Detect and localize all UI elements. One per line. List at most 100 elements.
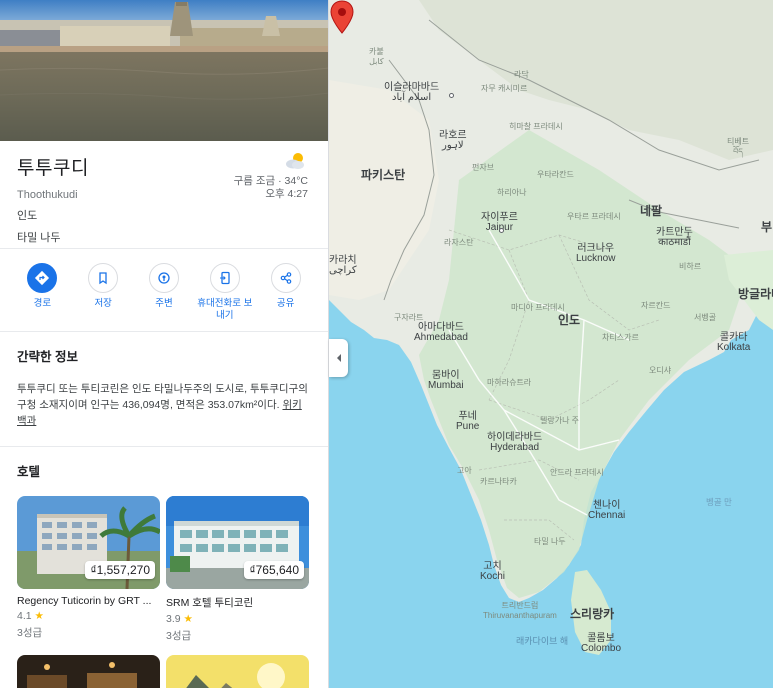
map-canvas[interactable]: 카불 کابل 이슬라마바드 اسلام آباد 자무 캐시미르 라닥 라호르 لا… — [329, 0, 773, 688]
map-label-maharashtra: 마하라슈트라 — [487, 378, 532, 387]
map-label-odisha: 오디샤 — [649, 366, 672, 375]
overview-text: 투투쿠디 또는 투티코린은 인도 타밀나두주의 도시로, 투투쿠디구의 구청 소… — [17, 381, 311, 429]
nearby-button[interactable]: 주변 — [135, 263, 193, 331]
map-label-pune: 푸네 Pune — [456, 411, 480, 432]
map-label-karnataka: 카르나타카 — [480, 477, 517, 486]
city-dot — [449, 93, 454, 98]
map-label-madhya-pradesh: 마디아 프라데시 — [511, 303, 565, 312]
save-label: 저장 — [94, 298, 112, 309]
hotel-rating-value: 4.1 — [17, 610, 32, 622]
hotel-photo[interactable] — [17, 655, 160, 688]
hotel-name: SRM 호텔 투티코린 — [166, 597, 254, 609]
map-label-lucknow: 러크나우 Lucknow — [576, 243, 616, 264]
map-label-goa: 고아 — [457, 466, 472, 475]
map-label-kochi: 고치 Kochi — [480, 561, 506, 582]
hotel-rating: 4.1 ★ — [17, 610, 160, 622]
map-label-karachi: 카라치 كراچی — [329, 255, 357, 276]
map-label-uttar-pradesh: 우타르 프라데시 — [567, 212, 621, 221]
star-icon: ★ — [183, 613, 193, 625]
place-state: 타밀 나두 — [17, 232, 61, 244]
hotel-card[interactable]: ₫765,640 SRM 호텔 투티코린 3.9 ★ 3성급 — [166, 496, 309, 643]
hotel-rating: 3.9 ★ — [166, 613, 309, 625]
map-label-bhutan: 부 — [761, 220, 773, 234]
directions-icon — [27, 263, 58, 293]
map-label-kabul: 카불 کابل — [369, 47, 384, 66]
map-label-punjab: 펀자브 — [472, 163, 495, 172]
map-label-lahore: 라호르 لاہور — [439, 130, 467, 151]
app-root: 투투쿠디 Thoothukudi 인도 타밀 나두 구름 조금 · 34°C 오… — [0, 0, 773, 688]
directions-label: 경로 — [33, 298, 52, 309]
weather-time: 오후 4:27 — [265, 188, 308, 200]
hotels-section: 호텔 ₫1,557,270 Regency Tuticorin by GRT .… — [0, 447, 328, 688]
weather-condition: 구름 조금 · 34°C — [233, 175, 308, 187]
nearby-icon — [148, 263, 179, 293]
map-label-kolkata: 콜카타 Kolkata — [717, 332, 751, 353]
map-label-rajasthan: 라자스탄 — [444, 238, 474, 247]
map-label-chennai: 첸나이 Chennai — [588, 500, 626, 521]
map-label-laccadive-sea: 래카다이브 해 — [516, 636, 569, 646]
hotel-photo: ₫765,640 — [166, 496, 309, 589]
map-label-telangana: 텔랑가나 주 — [540, 416, 580, 425]
map-label-mumbai: 뭄바이 Mumbai — [428, 370, 464, 391]
star-icon: ★ — [34, 610, 44, 622]
send-to-phone-label: 휴대전화로 보내기 — [197, 298, 253, 321]
hotel-photo[interactable] — [166, 655, 309, 688]
map-label-bay-of-bengal: 벵골 만 — [706, 497, 732, 507]
chevron-left-icon — [336, 354, 341, 362]
map-label-jharkhand: 자르칸드 — [641, 301, 671, 310]
map-label-uttarakhand: 우타라칸드 — [537, 170, 574, 179]
action-bar: 경로 저장 주변 휴대전화로 보내기 공유 — [0, 249, 328, 331]
place-photo-image — [0, 0, 328, 141]
map-label-himachal: 히마찰 프라데시 — [509, 122, 563, 131]
directions-button[interactable]: 경로 — [13, 263, 71, 331]
hotel-class: 3성급 — [166, 630, 192, 642]
partly-cloudy-icon — [286, 153, 304, 169]
location-pin-icon[interactable] — [329, 0, 355, 34]
overview-title: 간략한 정보 — [17, 350, 78, 364]
share-button[interactable]: 공유 — [257, 263, 315, 331]
map-base — [329, 0, 773, 655]
send-to-phone-icon — [209, 263, 240, 293]
hotel-name: Regency Tuticorin by GRT ... — [17, 595, 152, 607]
share-label: 공유 — [276, 298, 295, 309]
hotel-list-more — [17, 655, 311, 688]
map-label-nepal: 네팔 — [640, 204, 663, 218]
nearby-label: 주변 — [155, 298, 173, 309]
weather-widget: 구름 조금 · 34°C 오후 4:27 — [234, 151, 308, 201]
map-label-west-bengal: 서벵골 — [694, 313, 717, 322]
hotel-price: ₫1,557,270 — [85, 561, 155, 579]
map-label-haryana: 하리아나 — [497, 188, 527, 197]
map-label-hyderabad: 하이데라바드 Hyderabad — [487, 432, 543, 453]
hotel-photo: ₫1,557,270 — [17, 496, 160, 589]
city-dot — [499, 228, 504, 233]
share-icon — [270, 263, 301, 293]
hotels-title: 호텔 — [17, 465, 41, 479]
map-label-trivandrum: 트리반드럼 Thiruvananthapuram — [483, 601, 557, 620]
overview-body: 투투쿠디 또는 투티코린은 인도 타밀나두주의 도시로, 투투쿠디구의 구청 소… — [17, 383, 308, 411]
hotel-list: ₫1,557,270 Regency Tuticorin by GRT ... … — [17, 496, 311, 643]
map-label-bihar: 비하르 — [679, 262, 702, 271]
place-photo[interactable] — [0, 0, 328, 141]
map-label-ahmedabad: 아마다바드 Ahmedabad — [414, 322, 468, 343]
map-label-chhattisgarh: 차티스가르 — [602, 333, 639, 342]
map-label-tamil-nadu: 타밀 나두 — [534, 537, 566, 546]
map-label-sri-lanka: 스리랑카 — [570, 607, 615, 621]
map-label-tibet: 티베트 བོད — [727, 137, 750, 156]
map-label-jammu: 자무 캐시미르 — [481, 84, 528, 93]
map-label-india: 인도 — [558, 313, 581, 327]
hotel-card[interactable]: ₫1,557,270 Regency Tuticorin by GRT ... … — [17, 496, 160, 643]
map-label-bangladesh: 방글라데 — [738, 287, 773, 301]
map-label-kathmandu: 카트만두 काठमाडौं — [656, 227, 693, 248]
save-button[interactable]: 저장 — [74, 263, 132, 331]
place-panel: 투투쿠디 Thoothukudi 인도 타밀 나두 구름 조금 · 34°C 오… — [0, 0, 329, 688]
overview-section: 간략한 정보 투투쿠디 또는 투티코린은 인도 타밀나두주의 도시로, 투투쿠디… — [0, 332, 328, 446]
hotel-class: 3성급 — [17, 627, 43, 639]
map-label-pakistan: 파키스탄 — [361, 168, 406, 182]
map-label-andhra: 안드라 프라데시 — [550, 468, 604, 477]
hotel-rating-value: 3.9 — [166, 613, 181, 625]
map-label-islamabad: 이슬라마바드 اسلام آباد — [384, 82, 440, 103]
collapse-panel-button[interactable] — [329, 339, 348, 377]
bookmark-icon — [88, 263, 119, 293]
send-to-phone-button[interactable]: 휴대전화로 보내기 — [196, 263, 254, 331]
map-label-ladakh: 라닥 — [514, 70, 529, 79]
